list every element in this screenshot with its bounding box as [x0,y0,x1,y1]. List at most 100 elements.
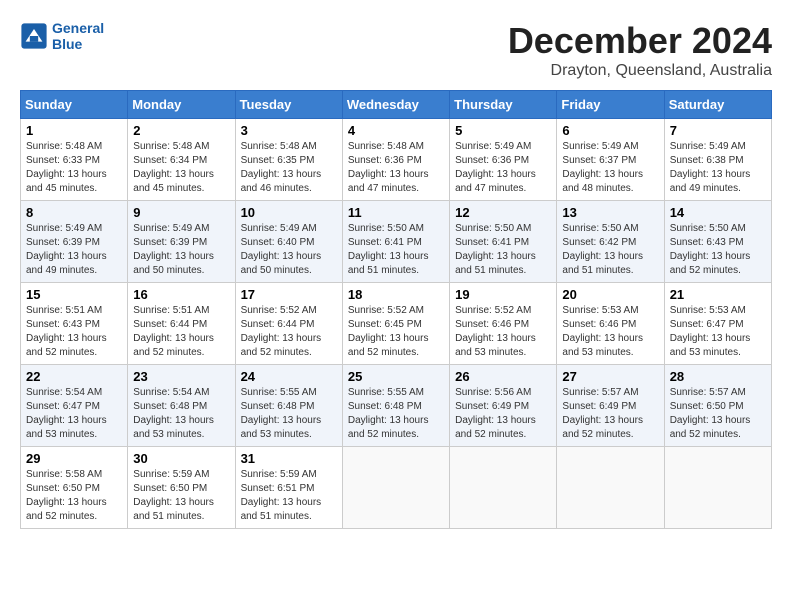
calendar-cell: 22 Sunrise: 5:54 AMSunset: 6:47 PMDayligh… [21,365,128,447]
calendar-cell [664,447,771,529]
calendar-cell: 16Sunrise: 5:51 AMSunset: 6:44 PMDayligh… [128,283,235,365]
day-info: Sunrise: 5:55 AMSunset: 6:48 PMDaylight:… [348,386,444,442]
calendar-cell: 28 Sunrise: 5:57 AMSunset: 6:50 PMDayligh… [664,365,771,447]
calendar-cell: 4 Sunrise: 5:48 AMSunset: 6:36 PMDaylight… [342,119,449,201]
calendar-table: SundayMondayTuesdayWednesdayThursdayFrid… [20,90,772,529]
day-number: 17 [241,287,337,302]
calendar-cell: 11Sunrise: 5:50 AMSunset: 6:41 PMDayligh… [342,201,449,283]
day-number: 14 [670,205,766,220]
day-info: Sunrise: 5:50 AMSunset: 6:41 PMDaylight:… [348,222,444,278]
calendar-cell: 18Sunrise: 5:52 AMSunset: 6:45 PMDayligh… [342,283,449,365]
calendar-cell: 3 Sunrise: 5:48 AMSunset: 6:35 PMDaylight… [235,119,342,201]
calendar-cell: 2Sunrise: 5:48 AMSunset: 6:34 PMDaylight… [128,119,235,201]
calendar-cell: 6 Sunrise: 5:49 AMSunset: 6:37 PMDaylight… [557,119,664,201]
calendar-cell: 25 Sunrise: 5:55 AMSunset: 6:48 PMDayligh… [342,365,449,447]
day-number: 12 [455,205,551,220]
day-info: Sunrise: 5:48 AMSunset: 6:36 PMDaylight:… [348,140,444,196]
day-number: 4 [348,123,444,138]
day-number: 18 [348,287,444,302]
day-number: 27 [562,369,658,384]
day-number: 8 [26,205,122,220]
calendar-cell: 31 Sunrise: 5:59 AMSunset: 6:51 PMDayligh… [235,447,342,529]
day-info: Sunrise: 5:49 AMSunset: 6:36 PMDaylight:… [455,140,551,196]
day-info: Sunrise: 5:48 AMSunset: 6:33 PMDaylight:… [26,140,122,196]
day-number: 21 [670,287,766,302]
weekday-header: Tuesday [235,91,342,119]
day-number: 20 [562,287,658,302]
calendar-cell: 30 Sunrise: 5:59 AMSunset: 6:50 PMDayligh… [128,447,235,529]
day-number: 30 [133,451,229,466]
day-info: Sunrise: 5:57 AMSunset: 6:50 PMDaylight:… [670,386,766,442]
calendar-cell: 13 Sunrise: 5:50 AMSunset: 6:42 PMDayligh… [557,201,664,283]
day-number: 19 [455,287,551,302]
day-info: Sunrise: 5:57 AMSunset: 6:49 PMDaylight:… [562,386,658,442]
day-info: Sunrise: 5:49 AMSunset: 6:37 PMDaylight:… [562,140,658,196]
day-number: 5 [455,123,551,138]
calendar-cell: 9Sunrise: 5:49 AMSunset: 6:39 PMDaylight… [128,201,235,283]
logo-line2: Blue [52,36,104,52]
calendar-week-row: 29Sunrise: 5:58 AMSunset: 6:50 PMDayligh… [21,447,772,529]
day-number: 10 [241,205,337,220]
calendar-subtitle: Drayton, Queensland, Australia [508,62,772,80]
calendar-cell: 10 Sunrise: 5:49 AMSunset: 6:40 PMDayligh… [235,201,342,283]
weekday-header: Monday [128,91,235,119]
day-number: 25 [348,369,444,384]
day-number: 2 [133,123,229,138]
day-number: 13 [562,205,658,220]
day-info: Sunrise: 5:52 AMSunset: 6:46 PMDaylight:… [455,304,551,360]
day-number: 7 [670,123,766,138]
day-number: 6 [562,123,658,138]
day-info: Sunrise: 5:48 AMSunset: 6:35 PMDaylight:… [241,140,337,196]
calendar-cell [450,447,557,529]
day-number: 3 [241,123,337,138]
day-info: Sunrise: 5:50 AMSunset: 6:42 PMDaylight:… [562,222,658,278]
day-info: Sunrise: 5:49 AMSunset: 6:40 PMDaylight:… [241,222,337,278]
calendar-cell: 26 Sunrise: 5:56 AMSunset: 6:49 PMDayligh… [450,365,557,447]
logo: General Blue [20,20,104,52]
day-info: Sunrise: 5:54 AMSunset: 6:47 PMDaylight:… [26,386,122,442]
weekday-header: Saturday [664,91,771,119]
day-info: Sunrise: 5:49 AMSunset: 6:39 PMDaylight:… [26,222,122,278]
day-info: Sunrise: 5:50 AMSunset: 6:41 PMDaylight:… [455,222,551,278]
day-number: 29 [26,451,122,466]
header: General Blue December 2024 Drayton, Quee… [20,20,772,80]
day-number: 22 [26,369,122,384]
calendar-cell [342,447,449,529]
weekday-header: Wednesday [342,91,449,119]
weekday-header-row: SundayMondayTuesdayWednesdayThursdayFrid… [21,91,772,119]
calendar-cell: 29Sunrise: 5:58 AMSunset: 6:50 PMDayligh… [21,447,128,529]
day-info: Sunrise: 5:53 AMSunset: 6:47 PMDaylight:… [670,304,766,360]
day-info: Sunrise: 5:55 AMSunset: 6:48 PMDaylight:… [241,386,337,442]
weekday-header: Sunday [21,91,128,119]
day-info: Sunrise: 5:53 AMSunset: 6:46 PMDaylight:… [562,304,658,360]
calendar-cell: 24 Sunrise: 5:55 AMSunset: 6:48 PMDayligh… [235,365,342,447]
calendar-cell: 7Sunrise: 5:49 AMSunset: 6:38 PMDaylight… [664,119,771,201]
day-number: 28 [670,369,766,384]
calendar-week-row: 8 Sunrise: 5:49 AMSunset: 6:39 PMDaylight… [21,201,772,283]
calendar-cell: 23Sunrise: 5:54 AMSunset: 6:48 PMDayligh… [128,365,235,447]
day-number: 31 [241,451,337,466]
calendar-cell: 12 Sunrise: 5:50 AMSunset: 6:41 PMDayligh… [450,201,557,283]
calendar-title: December 2024 [508,20,772,62]
logo-icon [20,22,48,50]
day-number: 23 [133,369,229,384]
calendar-week-row: 15Sunrise: 5:51 AMSunset: 6:43 PMDayligh… [21,283,772,365]
calendar-week-row: 22 Sunrise: 5:54 AMSunset: 6:47 PMDayligh… [21,365,772,447]
calendar-cell [557,447,664,529]
title-area: December 2024 Drayton, Queensland, Austr… [508,20,772,80]
day-info: Sunrise: 5:59 AMSunset: 6:51 PMDaylight:… [241,468,337,524]
calendar-cell: 15Sunrise: 5:51 AMSunset: 6:43 PMDayligh… [21,283,128,365]
weekday-header: Thursday [450,91,557,119]
calendar-cell: 1Sunrise: 5:48 AMSunset: 6:33 PMDaylight… [21,119,128,201]
day-number: 26 [455,369,551,384]
day-info: Sunrise: 5:49 AMSunset: 6:39 PMDaylight:… [133,222,229,278]
calendar-cell: 14Sunrise: 5:50 AMSunset: 6:43 PMDayligh… [664,201,771,283]
day-info: Sunrise: 5:59 AMSunset: 6:50 PMDaylight:… [133,468,229,524]
weekday-header: Friday [557,91,664,119]
day-number: 15 [26,287,122,302]
day-number: 24 [241,369,337,384]
day-info: Sunrise: 5:51 AMSunset: 6:44 PMDaylight:… [133,304,229,360]
logo-line1: General [52,20,104,36]
day-info: Sunrise: 5:56 AMSunset: 6:49 PMDaylight:… [455,386,551,442]
calendar-cell: 19 Sunrise: 5:52 AMSunset: 6:46 PMDayligh… [450,283,557,365]
